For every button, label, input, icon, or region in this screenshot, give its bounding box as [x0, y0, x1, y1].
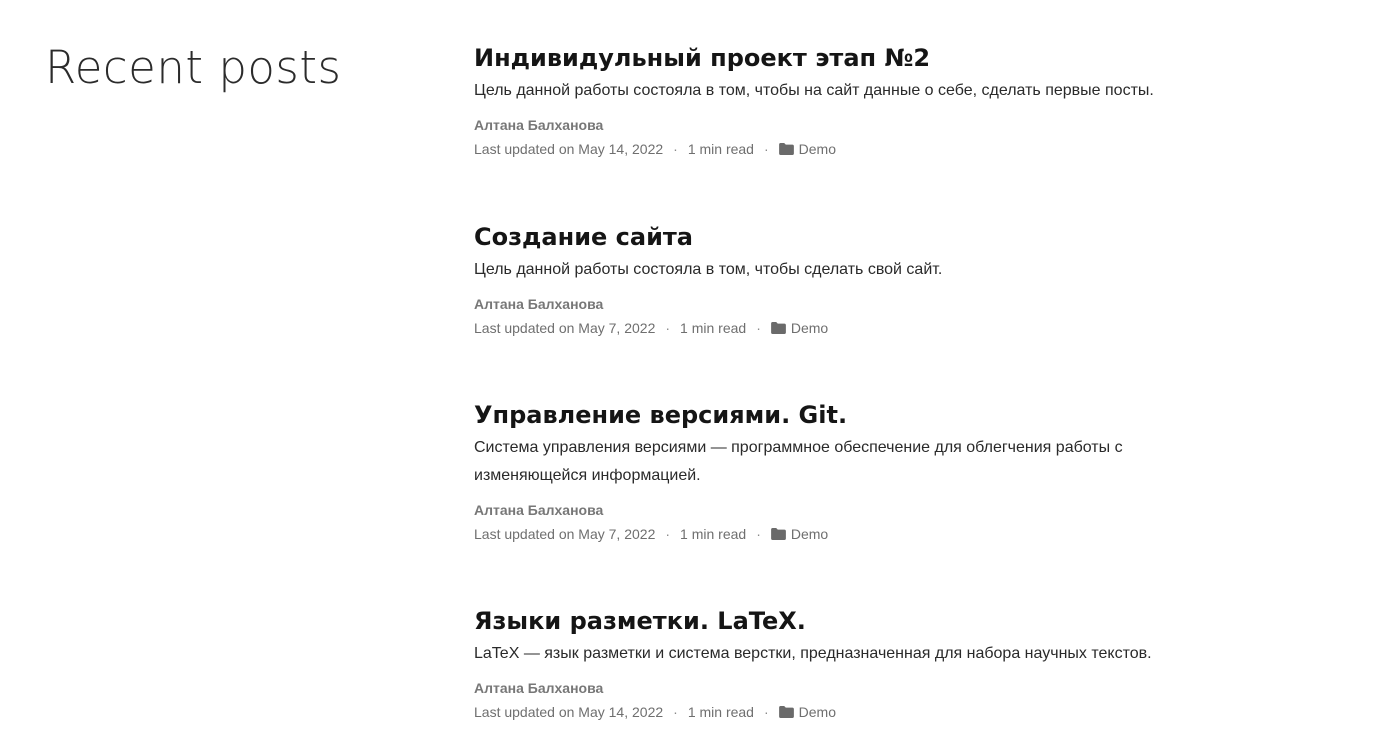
post-category-link[interactable]: Demo [791, 522, 828, 546]
post-item: Индивидульный проект этап №2 Цель данной… [474, 43, 1234, 161]
meta-separator: · [756, 320, 761, 336]
folder-icon [770, 528, 786, 540]
meta-separator: · [763, 141, 769, 157]
post-category-link[interactable]: Demo [799, 700, 836, 724]
post-meta: Last updated on May 7, 2022 · 1 min read… [474, 522, 1234, 546]
meta-separator: · [665, 320, 671, 336]
post-item: Создание сайта Цель данной работы состоя… [474, 222, 1234, 340]
post-category-link[interactable]: Demo [791, 316, 828, 340]
post-updated-date: Last updated on May 7, 2022 [474, 526, 656, 542]
post-updated-date: Last updated on May 14, 2022 [474, 704, 664, 720]
post-item: Языки разметки. LaTeX. LaTeX — язык разм… [474, 606, 1234, 724]
post-summary: LaTeX — язык разметки и система верстки,… [474, 645, 1152, 662]
post-title-link[interactable]: Индивидульный проект этап №2 [474, 43, 1234, 73]
meta-separator: · [756, 526, 761, 542]
post-author: Алтана Балханова [474, 502, 604, 518]
post-summary: Цель данной работы состояла в том, чтобы… [474, 82, 1154, 99]
post-read-time: 1 min read [687, 141, 754, 157]
post-author: Алтана Балханова [474, 117, 604, 133]
post-category-link[interactable]: Demo [799, 137, 836, 161]
meta-separator: · [673, 141, 678, 157]
post-author: Алтана Балханова [474, 680, 604, 696]
post-title-link[interactable]: Управление версиями. Git. [474, 400, 1234, 430]
post-title-link[interactable]: Языки разметки. LaTeX. [474, 606, 1234, 636]
post-read-time: 1 min read [680, 320, 747, 336]
post-meta: Last updated on May 14, 2022 · 1 min rea… [474, 700, 1234, 724]
post-summary: Система управления версиями — программно… [474, 439, 1123, 484]
post-title-link[interactable]: Создание сайта [474, 222, 1234, 252]
meta-separator: · [763, 704, 769, 720]
post-author: Алтана Балханова [474, 296, 604, 312]
post-item: Управление версиями. Git. Система управл… [474, 400, 1234, 546]
post-updated-date: Last updated on May 7, 2022 [474, 320, 656, 336]
post-meta: Last updated on May 14, 2022 · 1 min rea… [474, 137, 1234, 161]
meta-separator: · [673, 704, 678, 720]
meta-separator: · [665, 526, 671, 542]
post-meta: Last updated on May 7, 2022 · 1 min read… [474, 316, 1234, 340]
post-read-time: 1 min read [680, 526, 747, 542]
section-heading: Recent posts [45, 41, 342, 94]
folder-icon [778, 143, 794, 155]
folder-icon [770, 322, 786, 334]
post-summary: Цель данной работы состояла в том, чтобы… [474, 261, 943, 278]
post-updated-date: Last updated on May 14, 2022 [474, 141, 664, 157]
folder-icon [778, 706, 794, 718]
post-read-time: 1 min read [687, 704, 754, 720]
